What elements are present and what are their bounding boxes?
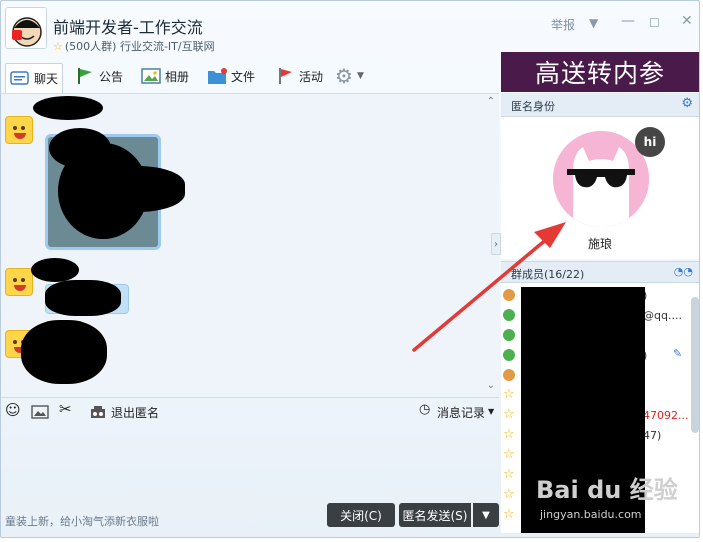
redaction (21, 320, 107, 384)
scroll-up-icon[interactable]: ⌃ (487, 96, 495, 107)
tab-chat-label: 聊天 (34, 72, 59, 86)
report-button[interactable]: 举报 (551, 16, 575, 33)
tab-announcement[interactable]: 公告 (71, 63, 127, 89)
redaction (45, 280, 121, 316)
ad-hint-text[interactable]: 童装上新，给小淘气添新衣服啦 (5, 513, 159, 529)
member-list-scrollbar[interactable] (691, 297, 699, 433)
star-icon: ☆ (503, 407, 515, 422)
members-search-icon[interactable]: ◔◔ (674, 265, 693, 278)
tab-files[interactable]: 文件 (203, 63, 259, 89)
emoji-icon[interactable]: ☺ (5, 401, 21, 419)
anonymous-identity-card: hi 施琅 (501, 117, 699, 259)
close-button[interactable]: 关闭(C) (327, 503, 395, 527)
close-icon[interactable]: ✕ (681, 13, 693, 29)
hi-badge[interactable]: hi (635, 127, 665, 157)
message-history-button[interactable]: 消息记录 (437, 404, 485, 421)
gear-icon: ⚙ (335, 64, 353, 88)
edit-icon[interactable]: ✎ (673, 347, 682, 360)
group-category: (500人群) 行业交流-IT/互联网 (64, 40, 215, 53)
input-toolbar: ☺ ✂ 退出匿名 ◷ 消息记录 ▼ (1, 397, 499, 425)
member-snippet: 47092... (643, 409, 689, 422)
baidu-watermark: Bai du 经验 jingyan.baidu.com (536, 470, 696, 526)
star-icon: ☆ (503, 447, 515, 462)
anonymous-name: 施琅 (587, 237, 612, 251)
user-icon (503, 309, 515, 321)
photo-album-icon (141, 68, 161, 84)
star-icon: ☆ (503, 487, 515, 502)
star-icon: ☆ (503, 467, 515, 482)
title-bar: 前端开发者-工作交流 ☆ (500人群) 行业交流-IT/互联网 举报 ▼ — ☐… (1, 1, 701, 57)
group-subtitle: ☆ (500人群) 行业交流-IT/互联网 (53, 38, 215, 54)
ad-banner[interactable]: 高送转内参 (501, 52, 699, 92)
chat-icon (10, 70, 29, 85)
tab-chat[interactable]: 聊天 (5, 63, 64, 93)
send-options-dropdown-icon[interactable]: ▼ (473, 503, 499, 527)
members-title: 群成员(16/22) (511, 268, 585, 281)
member-snippet: @qq.... (643, 309, 682, 322)
user-icon (503, 369, 515, 381)
tab-announcement-label: 公告 (99, 69, 124, 84)
tab-activity-label: 活动 (299, 69, 324, 84)
chat-window: 前端开发者-工作交流 ☆ (500人群) 行业交流-IT/互联网 举报 ▼ — ☐… (0, 0, 700, 538)
scroll-down-icon[interactable]: ⌄ (487, 380, 495, 391)
chevron-down-icon: ▼ (356, 71, 364, 81)
user-icon (503, 289, 515, 301)
settings-menu[interactable]: ⚙ ▼ (331, 63, 368, 89)
redaction (33, 96, 103, 120)
tab-album[interactable]: 相册 (137, 63, 193, 89)
star-icon: ☆ (503, 427, 515, 442)
group-title: 前端开发者-工作交流 (53, 18, 203, 37)
redaction (31, 258, 79, 282)
user-icon (503, 329, 515, 341)
flag-icon (78, 68, 92, 84)
anonymous-title: 匿名身份 (511, 100, 555, 113)
clock-icon: ◷ (419, 402, 431, 417)
members-header: 群成员(16/22) ◔◔ (501, 261, 699, 283)
sender-avatar[interactable] (5, 268, 33, 296)
history-dropdown-icon[interactable]: ▼ (488, 407, 494, 416)
minimize-icon[interactable]: — (621, 13, 635, 29)
activity-flag-icon (279, 68, 292, 84)
star-icon: ☆ (503, 507, 515, 522)
redaction (49, 128, 111, 168)
panel-collapse-icon[interactable]: › (491, 233, 501, 255)
star-icon: ☆ (53, 40, 63, 53)
watermark-url: jingyan.baidu.com (540, 508, 642, 521)
anonymous-send-button[interactable]: 匿名发送(S) (399, 503, 471, 527)
group-avatar[interactable] (5, 7, 47, 49)
anonymous-header: 匿名身份 ⚙ (501, 93, 699, 117)
member-snippet: 47) (643, 429, 662, 442)
screenshot-scissors-icon[interactable]: ✂ (59, 400, 72, 418)
watermark-logo: Bai du 经验 (536, 476, 678, 504)
chat-toolbar: 聊天 公告 相册 文件 活动 ⚙ ▼ (1, 59, 499, 93)
anonymous-settings-icon[interactable]: ⚙ (681, 96, 693, 111)
tab-files-label: 文件 (231, 69, 256, 84)
exit-anonymous-button[interactable]: 退出匿名 (111, 404, 159, 421)
user-icon (503, 349, 515, 361)
maximize-icon[interactable]: ☐ (649, 16, 660, 30)
chat-history[interactable]: ⌃ ⌄ (1, 93, 499, 393)
star-icon: ☆ (503, 387, 515, 402)
sender-avatar[interactable] (5, 116, 33, 144)
image-icon[interactable] (31, 405, 49, 419)
redaction (67, 166, 185, 212)
anonymous-icon (91, 406, 105, 418)
tab-album-label: 相册 (165, 69, 190, 84)
folder-icon (208, 68, 227, 84)
tab-activity[interactable]: 活动 (271, 63, 327, 89)
menu-arrow-icon[interactable]: ▼ (589, 16, 598, 30)
